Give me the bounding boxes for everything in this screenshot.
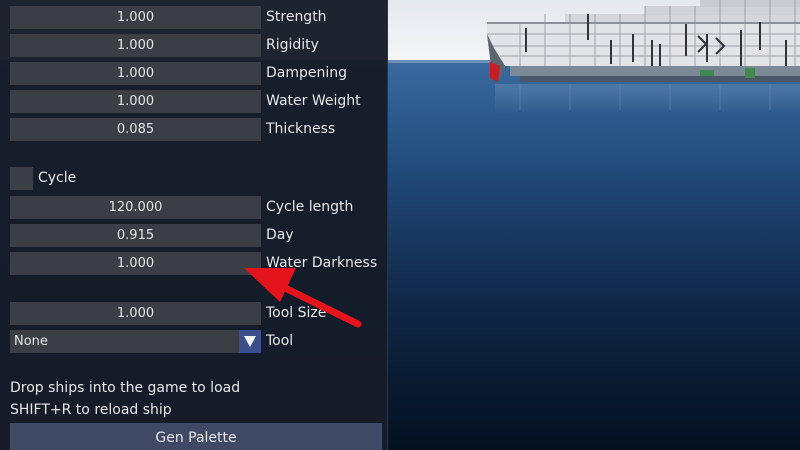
tool-size-label: Tool Size <box>266 305 327 321</box>
settings-panel: Strength Rigidity Dampening Water Weight… <box>0 0 388 450</box>
ship-reflection <box>495 84 800 114</box>
dropdown-button[interactable] <box>239 330 261 353</box>
load-hint-text: Drop ships into the game to load <box>10 380 241 396</box>
water-darkness-input[interactable] <box>10 252 261 275</box>
triangle-down-icon <box>244 336 256 347</box>
strength-input[interactable] <box>10 6 261 29</box>
day-label: Day <box>266 227 294 243</box>
rigidity-input[interactable] <box>10 34 261 57</box>
gen-palette-button[interactable]: Gen Palette <box>10 423 382 450</box>
water-weight-label: Water Weight <box>266 93 361 109</box>
cycle-checkbox[interactable] <box>10 167 33 190</box>
dampening-label: Dampening <box>266 65 348 81</box>
rigidity-label: Rigidity <box>266 37 319 53</box>
cycle-length-label: Cycle length <box>266 199 354 215</box>
dampening-input[interactable] <box>10 62 261 85</box>
water-weight-input[interactable] <box>10 90 261 113</box>
cycle-label: Cycle <box>38 170 77 186</box>
tool-size-input[interactable] <box>10 302 261 325</box>
tool-dropdown-value: None <box>14 334 48 349</box>
tool-dropdown[interactable]: None <box>10 330 261 353</box>
day-input[interactable] <box>10 224 261 247</box>
tool-label: Tool <box>266 333 294 349</box>
reload-hint-text: SHIFT+R to reload ship <box>10 402 172 418</box>
water-darkness-label: Water Darkness <box>266 255 378 271</box>
thickness-input[interactable] <box>10 118 261 141</box>
app-window: Strength Rigidity Dampening Water Weight… <box>0 0 800 450</box>
cycle-length-input[interactable] <box>10 196 261 219</box>
strength-label: Strength <box>266 9 327 25</box>
thickness-label: Thickness <box>266 121 336 137</box>
